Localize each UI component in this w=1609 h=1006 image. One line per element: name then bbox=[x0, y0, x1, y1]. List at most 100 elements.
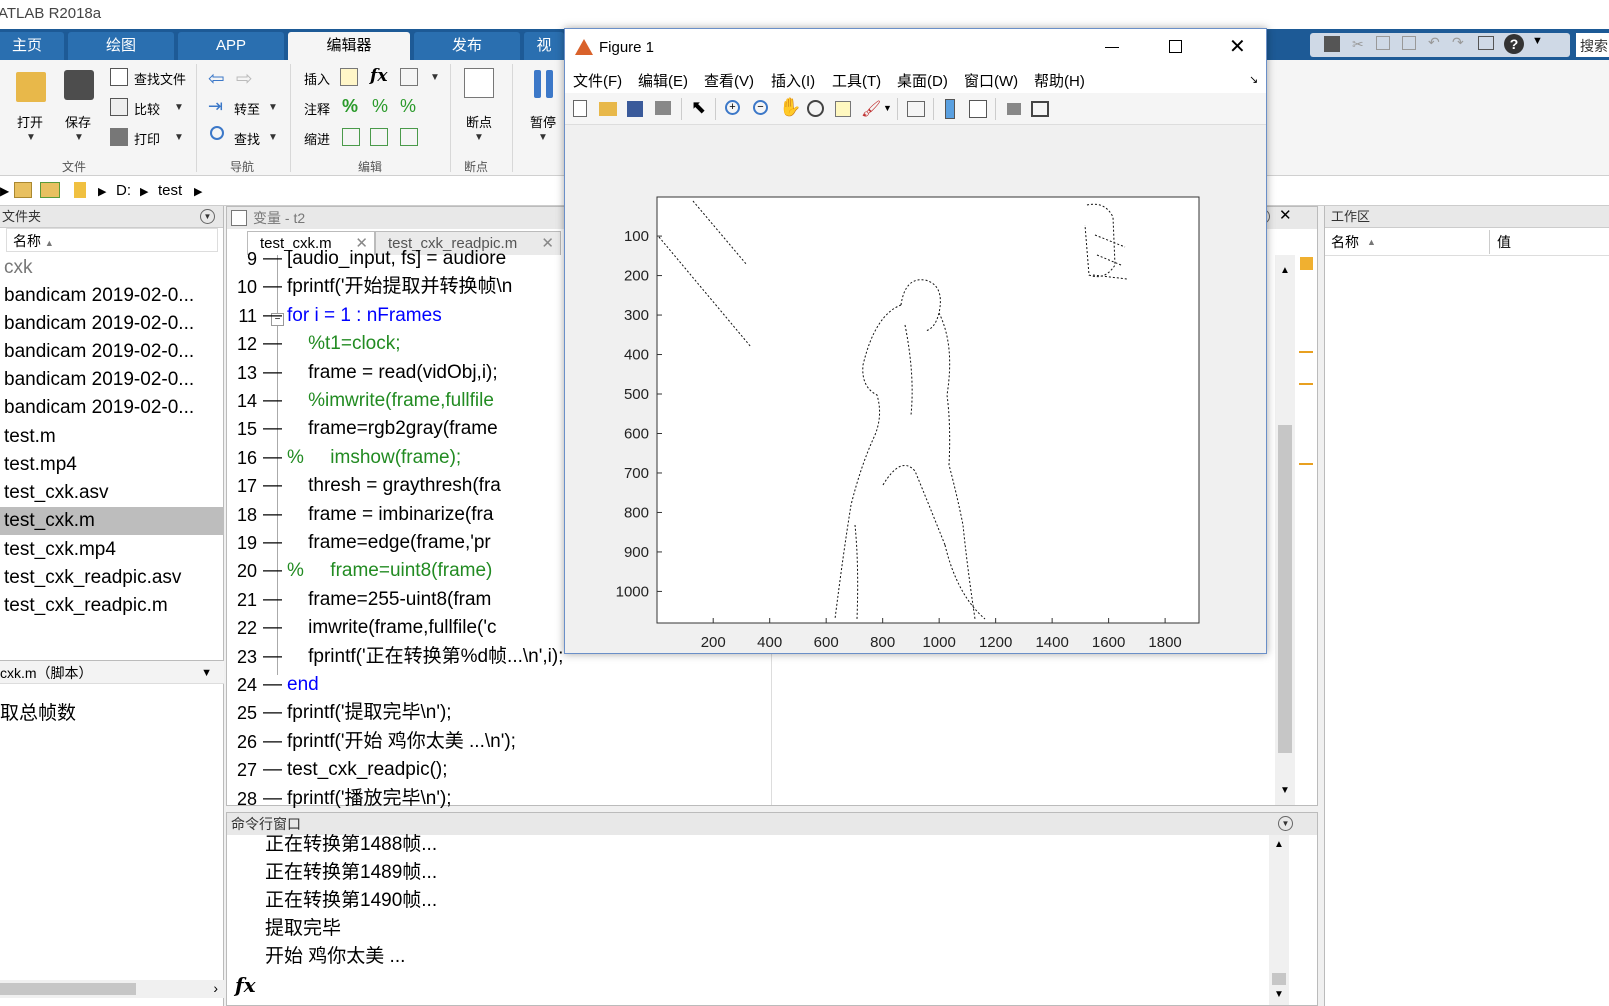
menu-desktop[interactable]: 桌面(D) bbox=[897, 70, 948, 91]
smart-indent-icon[interactable] bbox=[342, 128, 360, 146]
increase-indent-icon[interactable] bbox=[370, 128, 388, 146]
tab-plots[interactable]: 绘图 bbox=[68, 32, 174, 60]
code-line[interactable]: 27 — test_cxk_readpic(); bbox=[227, 756, 787, 784]
insert-function-button[interactable]: fx bbox=[370, 66, 387, 86]
scrollbar-thumb[interactable] bbox=[0, 983, 136, 995]
function-browser-icon[interactable]: fx bbox=[235, 973, 256, 997]
breakpoint-marker[interactable]: — bbox=[263, 359, 282, 387]
list-item[interactable]: cxk bbox=[0, 254, 224, 282]
breakpoint-marker[interactable]: — bbox=[263, 699, 282, 727]
breakpoints-button[interactable]: 断点 bbox=[466, 112, 492, 131]
save-figure-icon[interactable] bbox=[627, 101, 643, 117]
scroll-up-icon[interactable]: ▲ bbox=[1274, 839, 1284, 850]
chevron-down-icon[interactable]: ▼ bbox=[201, 661, 212, 685]
breakpoint-marker[interactable]: — bbox=[263, 273, 282, 301]
breakpoint-marker[interactable]: — bbox=[263, 557, 282, 585]
edit-plot-pointer-icon[interactable]: ⬉ bbox=[691, 97, 706, 118]
browse-folder-icon[interactable] bbox=[40, 182, 60, 198]
workspace-close-icon[interactable]: ✕ bbox=[1279, 206, 1292, 224]
search-documentation-input[interactable]: 搜索 bbox=[1576, 33, 1609, 57]
new-figure-icon[interactable] bbox=[573, 100, 587, 117]
open-button[interactable]: 打开 bbox=[17, 112, 43, 131]
menu-edit[interactable]: 编辑(E) bbox=[638, 70, 688, 91]
pause-dropdown-icon[interactable]: ▼ bbox=[538, 132, 548, 143]
tab-apps[interactable]: APP bbox=[178, 32, 284, 60]
find-button[interactable]: 查找 bbox=[234, 129, 260, 148]
save-icon[interactable] bbox=[1324, 36, 1340, 52]
compare-button[interactable]: 比较 bbox=[134, 99, 160, 118]
nav-left-arrow-icon[interactable]: ▶ bbox=[0, 184, 9, 198]
breakpoint-marker[interactable]: — bbox=[263, 245, 282, 273]
breakpoint-marker[interactable]: — bbox=[263, 415, 282, 443]
up-folder-icon[interactable] bbox=[14, 182, 32, 198]
menu-tools[interactable]: 工具(T) bbox=[832, 70, 881, 91]
breakpoints-dropdown-icon[interactable]: ▼ bbox=[474, 132, 484, 143]
list-item[interactable]: bandicam 2019-02-0... bbox=[0, 394, 224, 422]
warning-marker[interactable] bbox=[1299, 351, 1313, 353]
zoom-in-icon[interactable]: + bbox=[725, 100, 740, 115]
undo-icon[interactable]: ↶ bbox=[1428, 34, 1440, 51]
list-item[interactable]: bandicam 2019-02-0... bbox=[0, 366, 224, 394]
uncomment-icon[interactable]: % bbox=[372, 96, 388, 117]
list-item[interactable]: test_cxk.asv bbox=[0, 479, 224, 507]
brush-icon[interactable]: 🖌 bbox=[861, 99, 881, 119]
breakpoint-marker[interactable]: — bbox=[263, 330, 282, 358]
menu-insert[interactable]: 插入(I) bbox=[771, 70, 815, 91]
scroll-down-icon[interactable]: ▼ bbox=[1280, 785, 1290, 796]
list-item[interactable]: test.m bbox=[0, 423, 224, 451]
breadcrumb-drive[interactable]: D: bbox=[116, 182, 131, 199]
data-cursor-icon[interactable] bbox=[835, 101, 851, 117]
code-line[interactable]: 25 — fprintf('提取完毕\n'); bbox=[227, 699, 787, 727]
save-icon[interactable] bbox=[64, 70, 94, 100]
list-item[interactable]: bandicam 2019-02-0... bbox=[0, 338, 224, 366]
breakpoint-marker[interactable]: — bbox=[263, 529, 282, 557]
back-arrow-icon[interactable]: ⇦ bbox=[208, 66, 225, 91]
zoom-out-icon[interactable]: − bbox=[753, 100, 768, 115]
link-plot-icon[interactable] bbox=[907, 101, 925, 117]
pan-hand-icon[interactable]: ✋ bbox=[779, 97, 801, 118]
panel-options-icon[interactable]: ▼ bbox=[200, 209, 215, 224]
decrease-indent-icon[interactable] bbox=[400, 128, 418, 146]
breakpoint-marker[interactable]: — bbox=[263, 586, 282, 614]
list-item[interactable]: bandicam 2019-02-0... bbox=[0, 282, 224, 310]
print-figure-icon[interactable] bbox=[655, 101, 671, 115]
wrap-comment-icon[interactable]: % bbox=[400, 96, 416, 117]
find-files-button[interactable]: 查找文件 bbox=[134, 69, 186, 88]
code-line[interactable]: 26 — fprintf('开始 鸡你太美 ...\n'); bbox=[227, 728, 787, 756]
list-item-selected[interactable]: test_cxk.m bbox=[0, 507, 224, 535]
menu-help[interactable]: 帮助(H) bbox=[1034, 70, 1085, 91]
panel-options-icon[interactable]: ▼ bbox=[1278, 816, 1293, 831]
breadcrumb-folder[interactable]: test bbox=[158, 182, 182, 199]
pause-button[interactable]: 暂停 bbox=[530, 112, 556, 131]
insert-dropdown-icon[interactable]: ▼ bbox=[430, 72, 440, 83]
breakpoint-marker[interactable]: — bbox=[263, 671, 282, 699]
scroll-down-icon[interactable]: ▼ bbox=[1274, 989, 1284, 1000]
list-item[interactable]: test_cxk.mp4 bbox=[0, 536, 224, 564]
code-line[interactable]: 24 — end bbox=[227, 671, 787, 699]
cut-icon[interactable]: ✂ bbox=[1352, 36, 1364, 53]
breakpoint-marker[interactable]: — bbox=[263, 302, 282, 330]
figure-canvas[interactable]: 200 400 600 800 1000 1200 1400 1600 1800 100 200 3… bbox=[565, 125, 1266, 653]
list-item[interactable]: test_cxk_readpic.asv bbox=[0, 564, 224, 592]
breakpoint-marker[interactable]: — bbox=[263, 387, 282, 415]
forward-arrow-icon[interactable]: ⇨ bbox=[236, 66, 253, 91]
breakpoint-marker[interactable]: — bbox=[263, 501, 282, 529]
warning-indicator-icon[interactable] bbox=[1300, 257, 1313, 270]
details-panel-header[interactable]: cxk.m（脚本） ▼ bbox=[0, 660, 224, 684]
open-folder-icon[interactable] bbox=[16, 72, 46, 102]
redo-icon[interactable]: ↷ bbox=[1452, 34, 1464, 51]
scrollbar-thumb[interactable] bbox=[1278, 425, 1292, 753]
paste-icon[interactable] bbox=[1402, 36, 1416, 50]
hide-plot-tools-icon[interactable] bbox=[1007, 103, 1021, 115]
tab-publish[interactable]: 发布 bbox=[414, 32, 520, 60]
open-dropdown-icon[interactable]: ▼ bbox=[26, 132, 36, 143]
menu-window[interactable]: 窗口(W) bbox=[964, 70, 1018, 91]
warning-marker[interactable] bbox=[1299, 463, 1313, 465]
workspace-value-column[interactable]: 值 bbox=[1497, 228, 1511, 256]
list-item[interactable]: bandicam 2019-02-0... bbox=[0, 310, 224, 338]
breakpoint-marker[interactable]: — bbox=[263, 728, 282, 756]
pause-icon[interactable] bbox=[532, 70, 556, 100]
switch-windows-icon[interactable] bbox=[1478, 36, 1494, 50]
tab-view[interactable]: 视 bbox=[524, 32, 564, 60]
find-dropdown-icon[interactable]: ▼ bbox=[268, 132, 278, 143]
